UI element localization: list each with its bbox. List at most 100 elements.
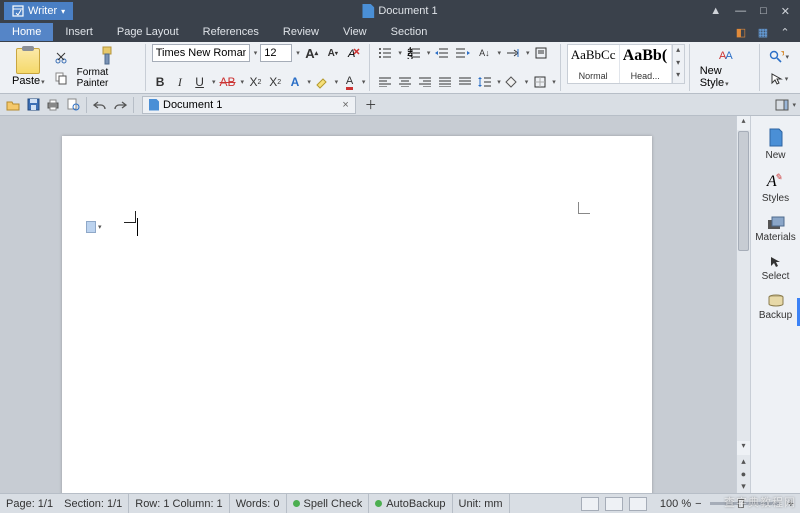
close-tab-icon[interactable]: × (342, 99, 348, 111)
subscript-button[interactable]: X2 (267, 73, 284, 91)
app-menu-button[interactable]: Writer ▾ (4, 2, 73, 20)
task-pane-toggle[interactable] (773, 96, 791, 114)
bold-button[interactable]: B (152, 73, 169, 91)
scroll-down-button[interactable]: ▾ (737, 441, 750, 455)
style-gallery-stepper[interactable]: ▴▾▾ (672, 45, 684, 83)
tab-references[interactable]: References (191, 23, 271, 41)
minimize-button[interactable]: — (735, 5, 746, 18)
print-preview-button[interactable] (64, 96, 82, 114)
line-spacing-button[interactable] (476, 73, 493, 91)
align-left-button[interactable] (376, 73, 393, 91)
underline-button[interactable]: U (191, 73, 208, 91)
grow-font-button[interactable]: A▴ (303, 44, 321, 62)
numbering-button[interactable]: 123 (405, 44, 423, 62)
styles-icon: A✎ (767, 173, 784, 191)
document-icon (362, 4, 374, 18)
undo-button[interactable] (91, 96, 109, 114)
vertical-scrollbar[interactable]: ▴ ▾ ▴ ● ▾ (736, 116, 750, 493)
prev-page-button[interactable]: ▴ (737, 455, 750, 468)
green-dot-icon (375, 500, 382, 507)
doc-title-text: Document 1 (378, 5, 437, 17)
tab-review[interactable]: Review (271, 23, 331, 41)
paste-button[interactable]: Paste▾ (8, 46, 49, 89)
next-page-button[interactable]: ▾ (737, 480, 750, 493)
superscript-button[interactable]: X2 (247, 73, 264, 91)
tab-home[interactable]: Home (0, 23, 53, 41)
scroll-up-button[interactable]: ▴ (737, 116, 750, 130)
decrease-indent-button[interactable] (433, 44, 451, 62)
side-new[interactable]: New (751, 122, 800, 167)
paragraph-marker[interactable]: ▾ (86, 221, 102, 233)
highlight-button[interactable] (314, 73, 331, 91)
tab-view[interactable]: View (331, 23, 379, 41)
view-outline[interactable] (605, 497, 623, 511)
show-formatting-button[interactable] (532, 44, 550, 62)
align-justify-button[interactable] (436, 73, 453, 91)
document-tab[interactable]: Document 1 × (142, 96, 356, 114)
increase-indent-button[interactable] (454, 44, 472, 62)
style-heading[interactable]: AaBb( Head... (620, 45, 672, 83)
view-print-layout[interactable] (581, 497, 599, 511)
shading-button[interactable] (504, 73, 521, 91)
sort-button[interactable]: A↓ (475, 44, 493, 62)
document-viewport[interactable]: ▾ (0, 116, 736, 493)
print-button[interactable] (44, 96, 62, 114)
strikethrough-button[interactable]: AB (219, 73, 237, 91)
align-right-button[interactable] (416, 73, 433, 91)
new-style-button[interactable]: AA New Style▾ (696, 44, 755, 91)
align-center-button[interactable] (396, 73, 413, 91)
status-unit[interactable]: Unit: mm (453, 494, 510, 513)
status-page[interactable]: Page: 1/1 Section: 1/1 (0, 494, 129, 513)
side-select[interactable]: Select (751, 249, 800, 288)
redo-button[interactable] (111, 96, 129, 114)
italic-button[interactable]: I (171, 73, 188, 91)
zoom-in-button[interactable]: + (788, 498, 794, 510)
shrink-font-button[interactable]: A▾ (324, 44, 342, 62)
font-size-select[interactable] (260, 44, 292, 62)
status-words[interactable]: Words: 0 (230, 494, 287, 513)
tab-page-layout[interactable]: Page Layout (105, 23, 191, 41)
tab-char-button[interactable] (504, 44, 522, 62)
borders-button[interactable] (531, 73, 548, 91)
align-distribute-button[interactable] (456, 73, 473, 91)
status-spellcheck[interactable]: Spell Check (287, 494, 370, 513)
tab-insert[interactable]: Insert (53, 23, 105, 41)
zoom-slider[interactable] (710, 502, 780, 505)
cut-button[interactable] (52, 49, 70, 67)
tab-section[interactable]: Section (379, 23, 440, 41)
text-effects-button[interactable]: A (287, 73, 304, 91)
status-rowcol[interactable]: Row: 1 Column: 1 (129, 494, 229, 513)
side-backup[interactable]: Backup (751, 288, 800, 327)
clear-formatting-button[interactable]: A (345, 44, 363, 62)
side-styles[interactable]: A✎ Styles (751, 167, 800, 210)
skin-icon[interactable]: ◧ (734, 25, 748, 39)
bullets-button[interactable] (376, 44, 394, 62)
brush-icon (98, 46, 116, 66)
browse-object-button[interactable]: ● (737, 468, 750, 480)
style-gallery[interactable]: AaBbCcD Normal AaBb( Head... ▴▾▾ (567, 44, 685, 84)
zoom-out-button[interactable]: − (695, 498, 701, 510)
scroll-thumb[interactable] (738, 131, 749, 251)
options-icon[interactable]: ▦ (756, 25, 770, 39)
feedback-icon[interactable]: ▲ (710, 5, 721, 18)
chevron-down-icon[interactable]: ▾ (296, 49, 300, 57)
find-replace-button[interactable]: ★▾ (768, 48, 790, 66)
open-button[interactable] (4, 96, 22, 114)
page-canvas[interactable]: ▾ (62, 136, 652, 493)
style-normal[interactable]: AaBbCcD Normal (568, 45, 620, 83)
format-painter-button[interactable]: Format Painter (73, 44, 141, 91)
maximize-button[interactable]: □ (760, 5, 767, 18)
collapse-ribbon-icon[interactable]: ⌃ (778, 25, 792, 39)
view-web[interactable] (629, 497, 647, 511)
close-button[interactable]: ✕ (781, 5, 790, 18)
chevron-down-icon[interactable]: ▾ (254, 49, 258, 57)
font-name-select[interactable] (152, 44, 250, 62)
select-button[interactable]: ▾ (768, 70, 790, 88)
status-autobackup[interactable]: AutoBackup (369, 494, 452, 513)
zoom-control[interactable]: 100 % − + (654, 494, 800, 513)
new-tab-button[interactable]: ＋ (362, 96, 380, 114)
save-button[interactable] (24, 96, 42, 114)
copy-button[interactable] (52, 69, 70, 87)
font-color-button[interactable]: A (341, 73, 358, 91)
side-materials[interactable]: Materials (751, 210, 800, 249)
